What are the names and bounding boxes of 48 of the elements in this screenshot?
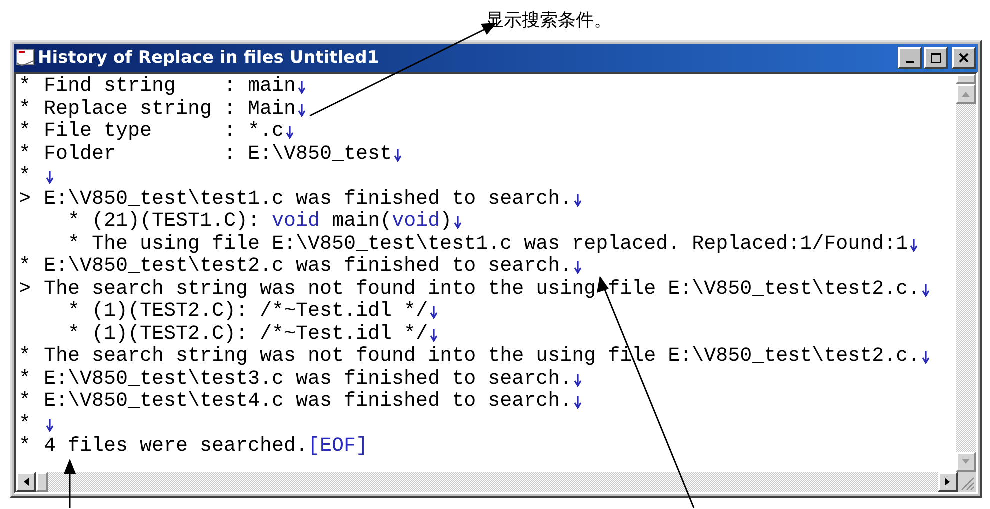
gutter-mark: * <box>19 435 32 458</box>
scroll-right-button[interactable] <box>938 472 958 492</box>
gutter-mark: * <box>19 75 32 98</box>
log-line: The search string was not found into the using file E:\V850_test\test2.c. <box>44 278 920 301</box>
gutter-mark: * <box>19 412 32 436</box>
log-line: E:\V850_test\test2.c was finished to search. <box>44 256 572 278</box>
close-icon <box>958 53 970 63</box>
gutter-mark: * <box>19 98 32 120</box>
log-line: E:\V850_test\test3.c was finished to search. <box>44 368 572 391</box>
gutter-mark: * <box>19 368 32 390</box>
scroll-thumb[interactable] <box>36 472 48 492</box>
log-line: Replace string : Main <box>44 98 296 121</box>
gutter-mark: * <box>19 255 32 278</box>
maximize-icon <box>930 53 942 63</box>
gutter-mark: * <box>19 165 32 188</box>
log-line: * (1)(TEST2.C): /*~Test.idl */ <box>68 324 428 346</box>
log-line: * (1)(TEST2.C): /*~Test.idl */ <box>68 301 428 324</box>
window-title: History of Replace in files Untitled1 <box>38 48 380 68</box>
gutter-mark: * <box>19 390 32 413</box>
resize-grip-icon[interactable] <box>958 472 976 492</box>
horizontal-scrollbar[interactable] <box>16 472 958 492</box>
log-line: * The using file E:\V850_test\test1.c was replaced. Replaced:1/Found:1 <box>68 234 908 256</box>
down-arrow-icon <box>961 459 971 465</box>
gutter-mark: > <box>19 188 32 210</box>
log-line: Folder : E:\V850_test <box>44 144 392 166</box>
log-line: E:\V850_test\test1.c was finished to search. <box>44 188 572 211</box>
gutter-mark: * <box>19 345 32 368</box>
up-arrow-icon <box>961 91 971 97</box>
log-line: * (21)(TEST1.C): void main(void) <box>68 211 452 234</box>
right-arrow-icon <box>945 477 951 487</box>
annotation-arrow <box>64 459 76 508</box>
left-arrow-icon <box>23 477 29 487</box>
scroll-up-button[interactable] <box>956 84 976 104</box>
gutter-mark: * <box>19 120 32 143</box>
close-button[interactable] <box>952 47 976 69</box>
document-icon <box>16 49 36 67</box>
scroll-thumb[interactable] <box>956 74 976 84</box>
log-line: 4 files were searched.[EOF] <box>44 436 368 458</box>
minimize-button[interactable] <box>898 47 922 69</box>
log-line: Find string : main <box>44 76 296 98</box>
log-line: E:\V850_test\test4.c was finished to search. <box>44 391 572 414</box>
vertical-scrollbar[interactable] <box>956 74 976 472</box>
gutter-mark: > <box>19 278 32 300</box>
log-line: File type : *.c <box>44 121 284 144</box>
scroll-left-button[interactable] <box>16 472 36 492</box>
minimize-icon <box>906 61 914 63</box>
gutter-mark: * <box>19 142 32 166</box>
maximize-button[interactable] <box>924 47 948 69</box>
